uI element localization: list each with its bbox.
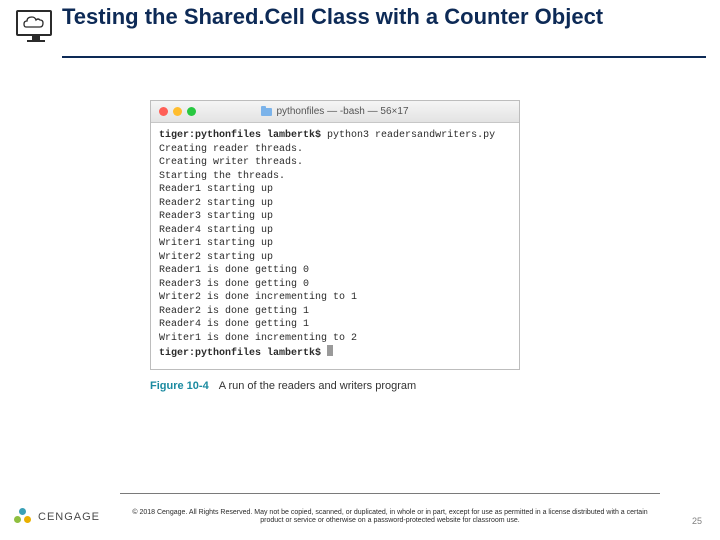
terminal-line: Writer2 starting up xyxy=(159,252,273,263)
brand-logo: CENGAGE xyxy=(14,508,100,526)
terminal-line: Creating writer threads. xyxy=(159,157,303,168)
terminal-line: Reader1 is done getting 0 xyxy=(159,265,309,276)
slide-monitor-icon xyxy=(16,10,56,46)
title-underline xyxy=(62,56,706,58)
terminal-window-title-text: pythonfiles — -bash — 56×17 xyxy=(276,106,408,117)
close-icon xyxy=(159,107,168,116)
footer-divider xyxy=(120,493,660,494)
terminal-command: python3 readersandwriters.py xyxy=(327,130,495,141)
terminal-line: Writer2 is done incrementing to 1 xyxy=(159,292,357,303)
terminal-line: Reader3 starting up xyxy=(159,211,273,222)
folder-icon xyxy=(261,108,272,116)
terminal-line: Reader4 is done getting 1 xyxy=(159,319,309,330)
terminal-line: Starting the threads. xyxy=(159,171,285,182)
figure-label: Figure 10-4 xyxy=(150,380,209,392)
figure: pythonfiles — -bash — 56×17 tiger:python… xyxy=(150,100,520,392)
terminal-line: Writer1 starting up xyxy=(159,238,273,249)
copyright-text: © 2018 Cengage. All Rights Reserved. May… xyxy=(120,509,660,527)
terminal-line: Reader1 starting up xyxy=(159,184,273,195)
terminal-line: Reader2 is done getting 1 xyxy=(159,306,309,317)
cursor-icon xyxy=(327,345,333,356)
brand-name: CENGAGE xyxy=(38,511,100,523)
figure-caption: Figure 10-4 A run of the readers and writ… xyxy=(150,380,520,392)
terminal-line: Writer1 is done incrementing to 2 xyxy=(159,333,357,344)
terminal-line: Creating reader threads. xyxy=(159,144,303,155)
minimize-icon xyxy=(173,107,182,116)
terminal-window-title: pythonfiles — -bash — 56×17 xyxy=(151,106,519,117)
terminal-window: pythonfiles — -bash — 56×17 tiger:python… xyxy=(150,100,520,370)
zoom-icon xyxy=(187,107,196,116)
terminal-prompt: tiger:pythonfiles lambertk$ xyxy=(159,130,321,141)
figure-caption-text: A run of the readers and writers program xyxy=(219,380,416,392)
page-number: 25 xyxy=(692,516,702,526)
brand-mark-icon xyxy=(14,508,32,526)
terminal-line: Reader2 starting up xyxy=(159,198,273,209)
terminal-line: Reader4 starting up xyxy=(159,225,273,236)
terminal-output: tiger:pythonfiles lambertk$ python3 read… xyxy=(151,123,519,369)
terminal-prompt: tiger:pythonfiles lambertk$ xyxy=(159,348,321,359)
terminal-titlebar: pythonfiles — -bash — 56×17 xyxy=(151,101,519,123)
page-title: Testing the Shared.Cell Class with a Cou… xyxy=(62,4,700,29)
terminal-line: Reader3 is done getting 0 xyxy=(159,279,309,290)
